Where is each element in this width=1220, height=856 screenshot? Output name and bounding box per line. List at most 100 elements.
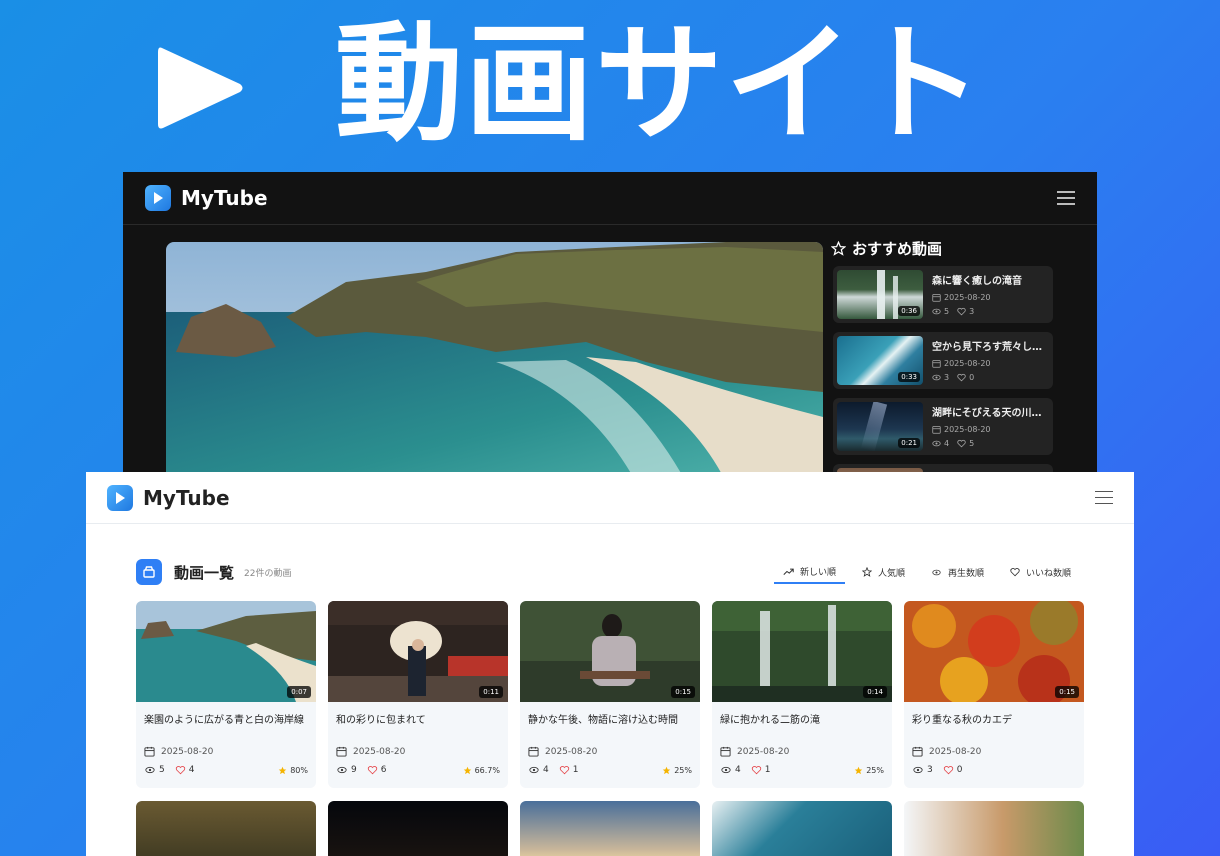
video-date: 2025-08-20 [737, 746, 790, 757]
eye-icon [932, 440, 941, 447]
like-count: 4 [188, 765, 195, 775]
logo-text[interactable]: MyTube [143, 486, 230, 510]
item-date: 2025-08-20 [944, 293, 991, 302]
view-count: 3 [944, 373, 950, 382]
video-date: 2025-08-20 [161, 746, 214, 757]
video-card[interactable] [136, 801, 316, 856]
sort-popular[interactable]: 人気順 [853, 561, 914, 584]
thumbnail-ocean[interactable]: 0:33 [837, 336, 923, 385]
menu-icon[interactable] [1095, 490, 1113, 505]
view-count: 4 [735, 765, 741, 775]
video-card[interactable]: 0:07 楽園のように広がる青と白の海岸線 2025-08-20 5 4 80% [136, 601, 316, 788]
dark-theme-screenshot: MyTube おすすめ動画 0:36 森に響く癒しの滝音 2025-08-20 … [123, 172, 1097, 482]
heart-icon [559, 765, 569, 775]
star-icon [861, 567, 872, 577]
thumbnail-sunset[interactable] [520, 801, 700, 856]
duration-badge: 0:14 [863, 686, 887, 698]
rating: 66.7% [474, 765, 500, 775]
duration-badge: 0:15 [1055, 686, 1079, 698]
heart-icon [943, 765, 953, 775]
recommended-item[interactable]: 0:36 森に響く癒しの滝音 2025-08-20 5 3 [833, 266, 1053, 323]
video-title[interactable]: 静かな午後、物語に溶け込む時間 [520, 702, 700, 740]
light-header: MyTube [86, 472, 1134, 524]
video-card[interactable]: 0:11 和の彩りに包まれて 2025-08-20 9 6 66.7% [328, 601, 508, 788]
play-icon [158, 47, 243, 129]
thumbnail-waterfall[interactable]: 0:36 [837, 270, 923, 319]
thumbnail-giraffe[interactable] [904, 801, 1084, 856]
star-outline-icon [831, 241, 846, 256]
video-title[interactable]: 和の彩りに包まれて [328, 702, 508, 740]
video-card[interactable] [520, 801, 700, 856]
eye-icon [721, 766, 731, 774]
video-card[interactable] [328, 801, 508, 856]
recommended-item[interactable]: 0:33 空から見下ろす荒々しい… 2025-08-20 3 0 [833, 332, 1053, 389]
video-title[interactable]: 緑に抱かれる二筋の滝 [712, 702, 892, 740]
like-count: 1 [572, 765, 579, 775]
heart-icon [957, 307, 966, 316]
thumbnail-twin-falls[interactable]: 0:14 [712, 601, 892, 702]
view-count: 5 [159, 765, 165, 775]
logo-play-icon[interactable] [107, 484, 133, 511]
rating: 25% [674, 765, 692, 775]
like-count: 3 [969, 307, 975, 316]
dark-header: MyTube [123, 172, 1097, 225]
video-title[interactable]: 彩り重なる秋のカエデ [904, 702, 1084, 740]
sort-likes[interactable]: いいね数順 [1001, 561, 1080, 584]
video-count: 22件の動画 [244, 568, 292, 579]
video-card[interactable]: 0:15 静かな午後、物語に溶け込む時間 2025-08-20 4 1 25% [520, 601, 700, 788]
view-count: 4 [543, 765, 549, 775]
heart-icon [367, 765, 377, 775]
sort-views[interactable]: 再生数順 [922, 561, 993, 584]
thumbnail-beach[interactable]: 0:07 [136, 601, 316, 702]
duration-badge: 0:15 [671, 686, 695, 698]
thumbnail-ocean[interactable] [712, 801, 892, 856]
calendar-icon [720, 746, 731, 757]
duration-badge: 0:21 [898, 438, 920, 448]
eye-icon [932, 569, 941, 575]
video-list-header: 動画一覧 22件の動画 新しい順 人気順 再生数順 いいね数順 [136, 558, 1080, 586]
view-count: 9 [351, 765, 357, 775]
star-filled-icon [854, 766, 863, 774]
menu-icon[interactable] [1057, 191, 1075, 205]
recommended-item-title[interactable]: 湖畔にそびえる天の川の… [932, 404, 1044, 419]
view-count: 5 [944, 307, 950, 316]
duration-badge: 0:36 [898, 306, 920, 316]
calendar-icon [144, 746, 155, 757]
calendar-icon [336, 746, 347, 757]
thumbnail-reading[interactable]: 0:15 [520, 601, 700, 702]
video-grid: 0:07 楽園のように広がる青と白の海岸線 2025-08-20 5 4 80% [136, 601, 1084, 856]
thumbnail-night-sky[interactable]: 0:21 [837, 402, 923, 451]
thumbnail-city-night[interactable] [328, 801, 508, 856]
trending-icon [783, 568, 794, 575]
recommended-item[interactable]: 0:21 湖畔にそびえる天の川の… 2025-08-20 4 5 [833, 398, 1053, 455]
recommended-item-title[interactable]: 空から見下ろす荒々しい… [932, 338, 1044, 353]
video-player[interactable] [166, 242, 823, 482]
video-title[interactable]: 楽園のように広がる青と白の海岸線 [136, 702, 316, 740]
thumbnail-maple[interactable]: 0:15 [904, 601, 1084, 702]
calendar-icon [932, 294, 941, 302]
logo-text[interactable]: MyTube [181, 186, 268, 210]
calendar-icon [932, 426, 941, 434]
star-filled-icon [278, 766, 287, 774]
archive-icon [136, 559, 162, 585]
eye-icon [913, 766, 923, 774]
recommended-item-title[interactable]: 森に響く癒しの滝音 [932, 272, 1044, 287]
video-card[interactable] [712, 801, 892, 856]
sort-newest[interactable]: 新しい順 [773, 561, 845, 584]
thumbnail-kimono[interactable]: 0:11 [328, 601, 508, 702]
logo-play-icon[interactable] [145, 185, 171, 211]
duration-badge: 0:33 [898, 372, 920, 382]
eye-icon [337, 766, 347, 774]
video-card[interactable]: 0:15 彩り重なる秋のカエデ 2025-08-20 3 0 [904, 601, 1084, 788]
like-count: 5 [969, 439, 975, 448]
duration-badge: 0:07 [287, 686, 311, 698]
heart-icon [751, 765, 761, 775]
video-card[interactable] [904, 801, 1084, 856]
video-card[interactable]: 0:14 緑に抱かれる二筋の滝 2025-08-20 4 1 25% [712, 601, 892, 788]
thumbnail-forest[interactable] [136, 801, 316, 856]
recommended-heading: おすすめ動画 [831, 238, 942, 259]
heart-icon [175, 765, 185, 775]
star-filled-icon [662, 766, 671, 774]
video-date: 2025-08-20 [353, 746, 406, 757]
eye-icon [529, 766, 539, 774]
